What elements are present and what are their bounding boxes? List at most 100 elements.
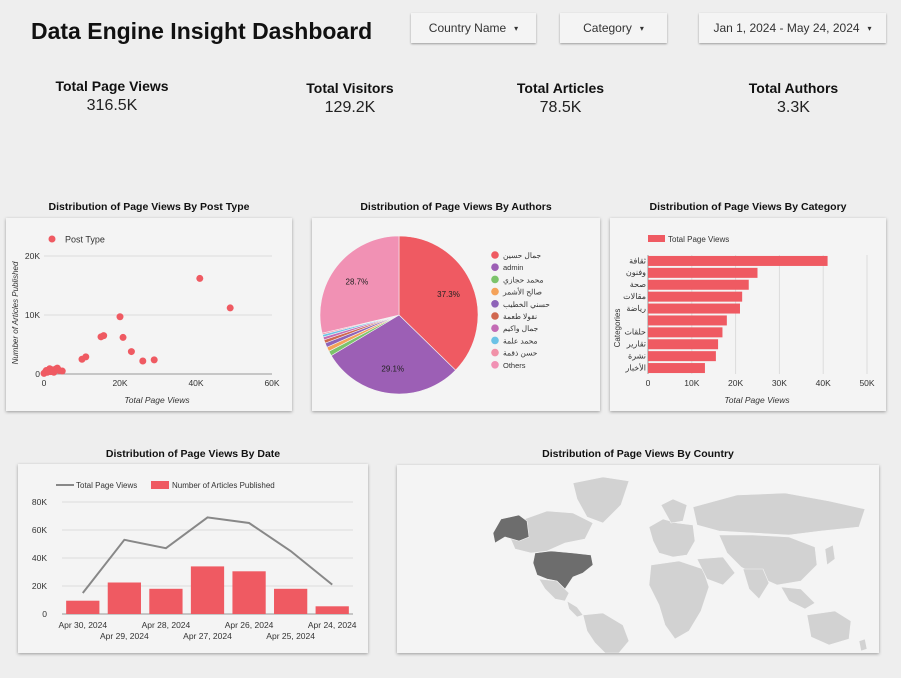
category-filter-dropdown[interactable]: Category ▾	[560, 13, 667, 43]
date-label: Apr 27, 2024	[183, 631, 232, 641]
legend-label: نقولا طعمة	[503, 312, 537, 321]
legend-marker	[491, 324, 499, 332]
category-label: وفنون	[626, 268, 646, 277]
y-tick-label: 80K	[32, 497, 47, 507]
scatter-point[interactable]	[116, 313, 124, 321]
scatter-point[interactable]	[82, 353, 90, 361]
category-bar[interactable]	[648, 303, 740, 314]
scatter-point[interactable]	[127, 348, 135, 356]
kpi-value-total-authors: 3.3K	[727, 99, 860, 152]
y-tick-label: 20K	[32, 581, 47, 591]
legend-marker	[48, 235, 56, 243]
pie-chart-card: 37.3% 29.1% 28.7% جمال حسين admin محمد حجازي…	[312, 218, 600, 411]
date-bar[interactable]	[107, 582, 141, 615]
chart-title-country: Distribution of Page Views By Country	[542, 448, 734, 460]
legend-label: جمال واكيم	[503, 324, 539, 333]
scatter-chart-card: 0 10K 20K 0 20K 40K 60K Post Type Total Page V…	[6, 218, 292, 411]
category-bar[interactable]	[648, 327, 723, 338]
scatter-point[interactable]	[119, 333, 127, 341]
y-tick-label: 20K	[25, 251, 40, 261]
category-label: نشرة	[628, 352, 646, 361]
date-bar[interactable]	[66, 600, 100, 614]
africa-shape	[648, 560, 710, 640]
scatter-point[interactable]	[100, 332, 108, 340]
country-filter-dropdown[interactable]: Country Name ▾	[411, 13, 536, 43]
date-label: Apr 26, 2024	[225, 620, 274, 630]
category-bar-chart: 0 10K 20K 30K 40K 50K ثقافة وفنون صحة مقالات رياض…	[613, 235, 875, 405]
legend-marker	[491, 275, 499, 284]
date-bar[interactable]	[274, 588, 308, 614]
kpi-label: Total Visitors	[306, 80, 394, 96]
y-axis-label: Number of Articles Published	[11, 261, 20, 364]
category-filter-label: Category	[583, 21, 632, 35]
legend-label: Others	[503, 361, 526, 370]
pie-slice-label: 28.7%	[346, 278, 369, 287]
category-bar[interactable]	[648, 291, 743, 302]
date-label: Apr 29, 2024	[100, 631, 149, 641]
legend-marker-bar	[151, 481, 169, 489]
country-map-card[interactable]	[397, 465, 879, 654]
kpi-label: Total Authors	[748, 80, 839, 96]
category-bar[interactable]	[648, 363, 705, 374]
legend-label: Total Page Views	[668, 235, 729, 244]
scatter-point[interactable]	[58, 367, 66, 375]
date-label: Apr 24, 2024	[308, 620, 357, 630]
category-bar[interactable]	[648, 267, 758, 278]
date-bar[interactable]	[190, 566, 225, 614]
india-shape	[742, 568, 770, 600]
category-bar[interactable]	[648, 339, 719, 350]
category-bar[interactable]	[648, 315, 727, 326]
category-bar[interactable]	[648, 279, 749, 290]
kpi-total-authors: Total Authors	[727, 80, 860, 96]
y-tick-label: 40K	[32, 553, 47, 563]
date-label: Apr 30, 2024	[58, 620, 107, 630]
chart-title-authors: Distribution of Page Views By Authors	[360, 201, 552, 213]
category-label: رياضة	[626, 304, 646, 313]
greenland-shape	[572, 476, 630, 524]
chart-title-category: Distribution of Page Views By Category	[649, 201, 847, 213]
kpi-total-articles: Total Articles	[494, 80, 627, 96]
category-bar[interactable]	[648, 351, 716, 362]
y-tick-label: 10K	[25, 310, 40, 320]
date-bar[interactable]	[149, 588, 183, 614]
page-title: Data Engine Insight Dashboard	[31, 18, 373, 44]
y-axis-label: Categories	[613, 309, 622, 348]
legend-label: جمال حسين	[503, 251, 541, 260]
scatter-point[interactable]	[196, 274, 204, 282]
date-range-picker[interactable]: Jan 1, 2024 - May 24, 2024 ▾	[699, 13, 886, 43]
x-tick-label: 50K	[859, 378, 874, 388]
date-bar[interactable]	[315, 606, 349, 614]
date-combo-card: Total Page Views Number of Articles Publ…	[18, 464, 368, 653]
russia-shape	[692, 492, 866, 536]
kpi-value-total-articles: 78.5K	[494, 99, 627, 152]
country-filter-label: Country Name	[428, 21, 507, 35]
legend-marker	[491, 336, 499, 345]
legend-marker	[491, 348, 499, 357]
x-axis-label: Total Page Views	[724, 395, 790, 405]
category-bar[interactable]	[648, 255, 828, 266]
scatter-point[interactable]	[226, 304, 234, 312]
chart-title-date: Distribution of Page Views By Date	[105, 448, 281, 460]
pie-chart: 37.3% 29.1% 28.7% جمال حسين admin محمد حجازي…	[319, 235, 550, 395]
date-bar[interactable]	[232, 571, 266, 614]
date-range-label: Jan 1, 2024 - May 24, 2024	[713, 21, 860, 35]
y-tick-label: 60K	[32, 525, 47, 535]
x-axis-label: Total Page Views	[124, 395, 190, 405]
y-tick-label: 0	[42, 609, 47, 619]
chevron-down-icon: ▾	[867, 23, 872, 33]
category-label: حلقات	[624, 328, 646, 337]
legend-label: محمد حجازي	[503, 275, 543, 284]
legend-marker	[491, 300, 499, 308]
scatter-chart: 0 10K 20K 0 20K 40K 60K Post Type Total Page V…	[11, 235, 280, 406]
scatter-point[interactable]	[150, 356, 158, 364]
world-map[interactable]	[397, 465, 879, 654]
scatter-point[interactable]	[139, 357, 147, 365]
x-tick-label: 20K	[728, 378, 743, 388]
europe-shape	[648, 518, 696, 558]
alaska-shape[interactable]	[492, 514, 530, 544]
x-tick-label: 40K	[188, 378, 203, 388]
category-bar-card: 0 10K 20K 30K 40K 50K ثقافة وفنون صحة مقالات رياض…	[610, 218, 886, 411]
x-tick-label: 20K	[112, 378, 127, 388]
kpi-value: 3.3K	[777, 99, 810, 116]
legend-label: Post Type	[65, 235, 105, 245]
